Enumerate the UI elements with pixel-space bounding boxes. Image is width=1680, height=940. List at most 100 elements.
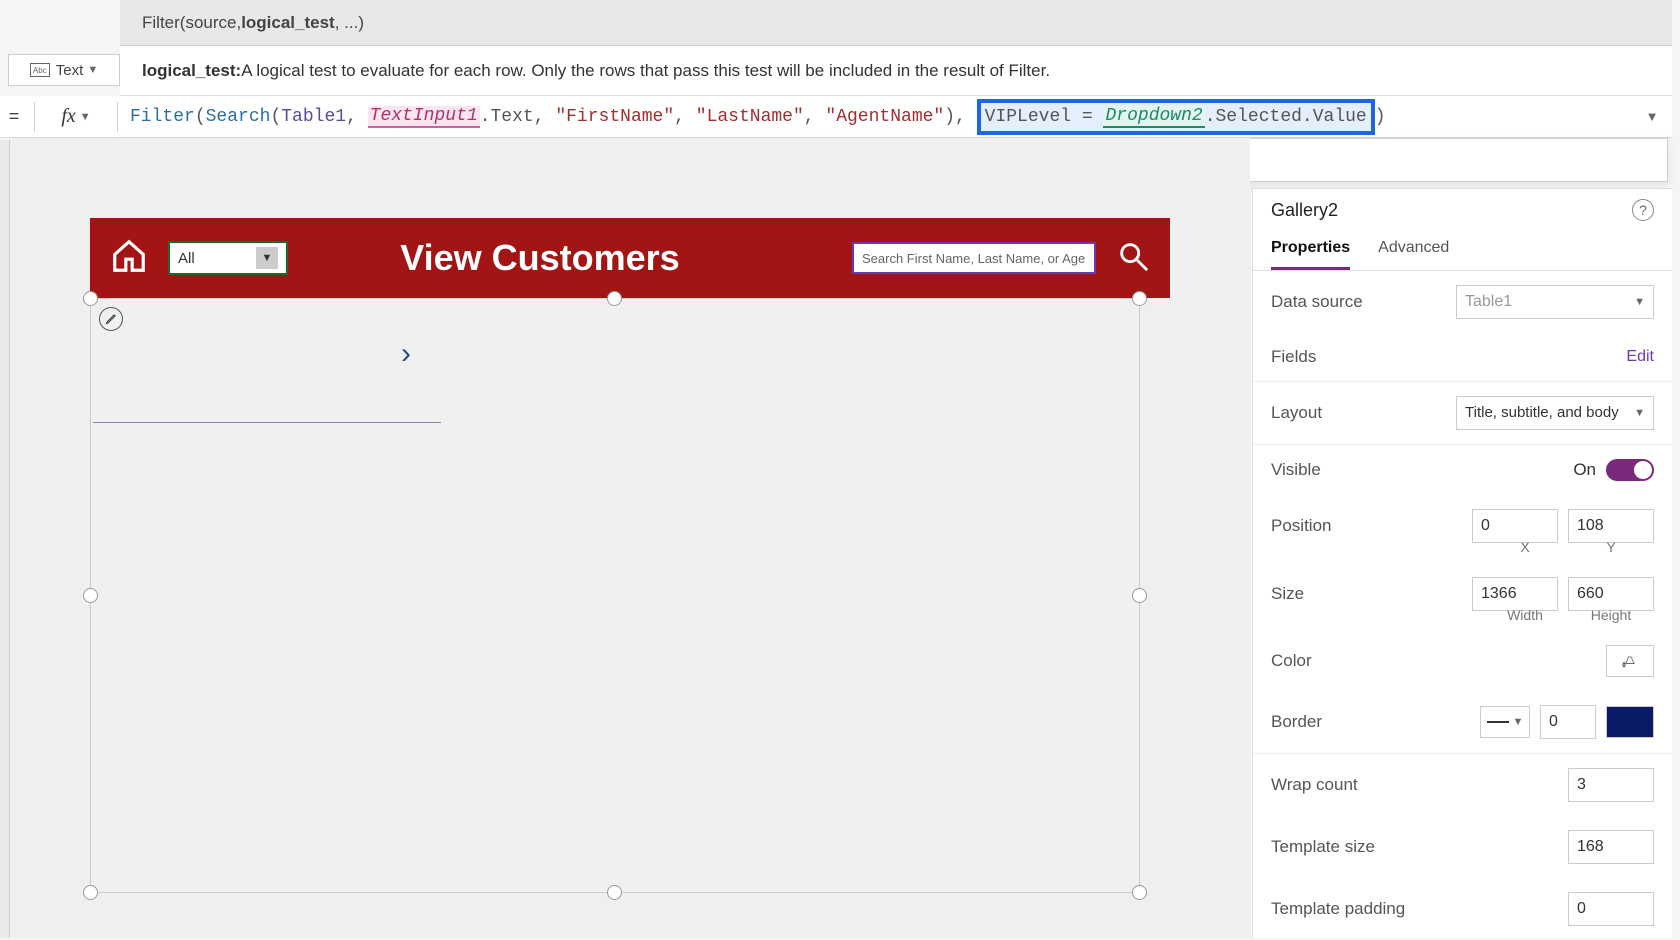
color-picker[interactable] [1606, 645, 1654, 677]
separator [34, 102, 35, 132]
prop-label-visible: Visible [1271, 460, 1321, 480]
value: 660 [1577, 585, 1604, 603]
datasource-select[interactable]: Table1 ▼ [1456, 285, 1654, 319]
left-rail [0, 140, 10, 938]
design-canvas[interactable]: All ▼ View Customers Search First Name, … [10, 138, 1250, 938]
token: , [674, 107, 696, 127]
chevron-right-icon[interactable]: › [401, 337, 411, 371]
y-sublabel: Y [1568, 539, 1654, 555]
formula-bar: = fx ▼ Filter(Search(Table1, TextInput1.… [0, 96, 1672, 138]
format-type-selector[interactable]: Abc Text ▼ [8, 54, 120, 86]
panel-tabs: Properties Advanced [1253, 227, 1672, 271]
sig-prefix: Filter(source, [142, 13, 241, 33]
search-icon[interactable] [1116, 239, 1150, 278]
prop-label-templatesize: Template size [1271, 837, 1375, 857]
position-y-input[interactable]: 108 [1568, 509, 1654, 543]
border-color-picker[interactable] [1606, 706, 1654, 738]
param-desc: A logical test to evaluate for each row.… [241, 61, 1050, 81]
visible-toggle[interactable] [1606, 459, 1654, 481]
edit-template-icon[interactable] [99, 307, 123, 331]
parameter-help: logical_test: A logical test to evaluate… [120, 46, 1672, 96]
layout-select[interactable]: Title, subtitle, and body ▼ [1456, 396, 1654, 430]
resize-handle[interactable] [1132, 291, 1147, 306]
visible-on-label: On [1573, 460, 1596, 480]
value: 108 [1577, 517, 1604, 535]
resize-handle[interactable] [83, 885, 98, 900]
prop-label-datasource: Data source [1271, 292, 1363, 312]
templatepadding-input[interactable]: 0 [1568, 892, 1654, 926]
text-format-icon: Abc [30, 63, 50, 77]
token-func: Search [206, 107, 271, 127]
screen-title: View Customers [248, 237, 832, 279]
layout-value: Title, subtitle, and body [1465, 405, 1619, 422]
prop-label-fields: Fields [1271, 347, 1316, 367]
token-string: "LastName" [696, 107, 804, 127]
chevron-down-icon: ▼ [1634, 407, 1645, 419]
search-placeholder: Search First Name, Last Name, or Age [862, 251, 1085, 266]
dropdown-selected: All [178, 250, 195, 267]
value: 1366 [1481, 585, 1517, 603]
search-input[interactable]: Search First Name, Last Name, or Age [852, 242, 1096, 274]
token-ident: Table1 [281, 107, 346, 127]
param-name: logical_test: [142, 61, 241, 81]
edit-fields-link[interactable]: Edit [1626, 348, 1654, 366]
resize-handle[interactable] [83, 588, 98, 603]
sig-current-param: logical_test [241, 13, 335, 33]
height-input[interactable]: 660 [1568, 577, 1654, 611]
value: 3 [1577, 776, 1586, 794]
chevron-down-icon: ▼ [80, 111, 91, 123]
token: ( [270, 107, 281, 127]
properties-panel: Gallery2 ? Properties Advanced Data sour… [1252, 188, 1672, 938]
prop-label-border: Border [1271, 712, 1322, 732]
expand-formula-bar[interactable]: ▼ [1632, 109, 1672, 124]
width-input[interactable]: 1366 [1472, 577, 1558, 611]
active-argument-highlight: VIPLevel = Dropdown2.Selected.Value [977, 99, 1375, 135]
resize-handle[interactable] [607, 291, 622, 306]
token: ( [195, 107, 206, 127]
datasource-value: Table1 [1465, 293, 1512, 311]
resize-handle[interactable] [1132, 588, 1147, 603]
gallery-template-item[interactable]: › [93, 303, 441, 423]
token: , [534, 107, 556, 127]
tab-advanced[interactable]: Advanced [1378, 231, 1449, 270]
fx-icon: fx [61, 105, 75, 128]
token: ) [944, 107, 955, 127]
chevron-down-icon: ▼ [87, 64, 98, 76]
border-style-select[interactable]: ▼ [1480, 706, 1530, 738]
token: , [955, 107, 977, 127]
token: , [804, 107, 826, 127]
width-sublabel: Width [1482, 607, 1568, 623]
help-icon[interactable]: ? [1632, 199, 1654, 221]
tab-properties[interactable]: Properties [1271, 231, 1350, 270]
sig-suffix: , ...) [335, 13, 364, 33]
x-sublabel: X [1482, 539, 1568, 555]
value: 0 [1549, 713, 1558, 731]
prop-label-wrapcount: Wrap count [1271, 775, 1358, 795]
home-icon[interactable] [110, 237, 148, 280]
prop-label-position: Position [1271, 516, 1331, 536]
resize-handle[interactable] [1132, 885, 1147, 900]
prop-label-templatepadding: Template padding [1271, 899, 1405, 919]
height-sublabel: Height [1568, 607, 1654, 623]
gallery-selection[interactable]: › [90, 298, 1140, 893]
formula-input[interactable]: Filter(Search(Table1, TextInput1.Text, "… [124, 99, 1632, 135]
token-string: "AgentName" [825, 107, 944, 127]
equals-label: = [0, 106, 28, 127]
resize-handle[interactable] [607, 885, 622, 900]
border-width-input[interactable]: 0 [1540, 705, 1596, 739]
token: , [346, 107, 368, 127]
token: ) [1375, 107, 1386, 127]
fx-button[interactable]: fx ▼ [41, 105, 111, 128]
format-type-label: Text [56, 62, 84, 79]
templatesize-input[interactable]: 168 [1568, 830, 1654, 864]
function-signature-hint: Filter(source, logical_test , ...) [120, 0, 1672, 46]
prop-label-size: Size [1271, 584, 1304, 604]
token-func: Filter [130, 107, 195, 127]
prop-label-layout: Layout [1271, 403, 1322, 423]
wrapcount-input[interactable]: 3 [1568, 768, 1654, 802]
selected-control-name: Gallery2 [1271, 200, 1338, 221]
value: 0 [1481, 517, 1490, 535]
value: 168 [1577, 838, 1604, 856]
separator [117, 102, 118, 132]
position-x-input[interactable]: 0 [1472, 509, 1558, 543]
